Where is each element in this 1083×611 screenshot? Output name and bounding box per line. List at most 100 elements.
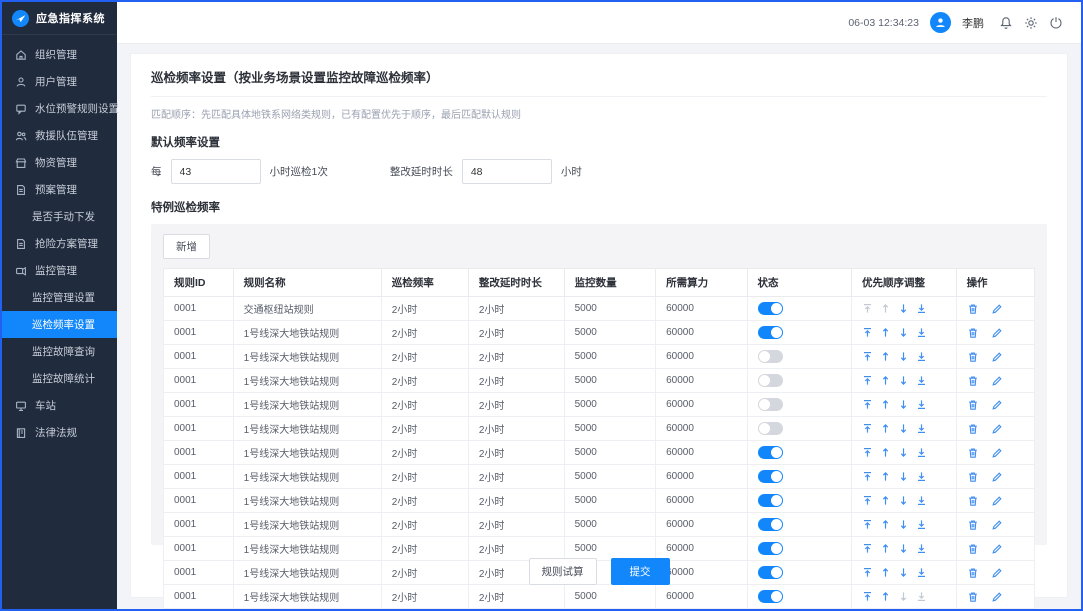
add-rule-button[interactable]: 新增 — [163, 234, 210, 259]
sidebar-item-rescue-team-management[interactable]: 救援队伍管理 — [2, 122, 117, 149]
move-top-icon[interactable] — [862, 519, 873, 530]
delete-icon[interactable] — [967, 399, 979, 411]
delete-icon[interactable] — [967, 327, 979, 339]
sidebar-item-manual-dispatch[interactable]: 是否手动下发 — [2, 203, 117, 230]
sidebar-item-monitoring-fault-statistics[interactable]: 监控故障统计 — [2, 365, 117, 392]
move-down-icon[interactable] — [898, 447, 909, 458]
sidebar-item-laws-regulations[interactable]: 法律法规 — [2, 419, 117, 446]
edit-icon[interactable] — [991, 327, 1003, 339]
move-bottom-icon[interactable] — [916, 495, 927, 506]
user-avatar[interactable] — [930, 12, 951, 33]
rule-trial-button[interactable]: 规则试算 — [529, 558, 597, 585]
move-down-icon[interactable] — [898, 399, 909, 410]
interval-hours-input[interactable] — [171, 159, 261, 184]
move-down-icon[interactable] — [898, 375, 909, 386]
move-down-icon[interactable] — [898, 423, 909, 434]
move-top-icon[interactable] — [862, 351, 873, 362]
sidebar-item-station[interactable]: 车站 — [2, 392, 117, 419]
status-toggle[interactable] — [758, 398, 783, 411]
move-top-icon[interactable] — [862, 495, 873, 506]
delete-icon[interactable] — [967, 423, 979, 435]
edit-icon[interactable] — [991, 519, 1003, 531]
move-top-icon[interactable] — [862, 375, 873, 386]
move-top-icon[interactable] — [862, 399, 873, 410]
move-up-icon[interactable] — [880, 591, 891, 602]
status-toggle[interactable] — [758, 326, 783, 339]
cell-id: 0001 — [164, 465, 234, 489]
status-toggle[interactable] — [758, 302, 783, 315]
sidebar-item-org-management[interactable]: 组织管理 — [2, 41, 117, 68]
edit-icon[interactable] — [991, 591, 1003, 603]
delete-icon[interactable] — [967, 375, 979, 387]
move-bottom-icon[interactable] — [916, 423, 927, 434]
notification-bell-icon[interactable] — [999, 16, 1013, 30]
move-top-icon[interactable] — [862, 471, 873, 482]
delete-icon[interactable] — [967, 447, 979, 459]
sidebar-item-plan-management[interactable]: 预案管理 — [2, 176, 117, 203]
submit-button[interactable]: 提交 — [611, 558, 670, 585]
sidebar-item-materials-management[interactable]: 物资管理 — [2, 149, 117, 176]
sidebar-item-monitoring-fault-query[interactable]: 监控故障查询 — [2, 338, 117, 365]
move-up-icon[interactable] — [880, 327, 891, 338]
move-up-icon[interactable] — [880, 399, 891, 410]
move-bottom-icon[interactable] — [916, 303, 927, 314]
move-bottom-icon[interactable] — [916, 447, 927, 458]
move-down-icon[interactable] — [898, 303, 909, 314]
edit-icon[interactable] — [991, 423, 1003, 435]
move-bottom-icon[interactable] — [916, 399, 927, 410]
move-bottom-icon[interactable] — [916, 519, 927, 530]
move-bottom-icon[interactable] — [916, 375, 927, 386]
delete-icon[interactable] — [967, 495, 979, 507]
edit-icon[interactable] — [991, 471, 1003, 483]
status-toggle[interactable] — [758, 470, 783, 483]
delete-icon[interactable] — [967, 471, 979, 483]
move-top-icon[interactable] — [862, 327, 873, 338]
status-toggle[interactable] — [758, 566, 783, 579]
move-up-icon[interactable] — [880, 351, 891, 362]
settings-gear-icon[interactable] — [1024, 16, 1038, 30]
move-bottom-icon[interactable] — [916, 351, 927, 362]
status-toggle[interactable] — [758, 422, 783, 435]
move-down-icon[interactable] — [898, 327, 909, 338]
status-toggle[interactable] — [758, 542, 783, 555]
status-toggle[interactable] — [758, 590, 783, 603]
logout-icon[interactable] — [1049, 16, 1063, 30]
delay-hours-input[interactable] — [462, 159, 552, 184]
sidebar-item-monitoring-management[interactable]: 监控管理 — [2, 257, 117, 284]
move-bottom-icon[interactable] — [916, 327, 927, 338]
move-top-icon[interactable] — [862, 591, 873, 602]
sidebar-item-water-level-warning-rules[interactable]: 水位预警规则设置 — [2, 95, 117, 122]
move-up-icon[interactable] — [880, 495, 891, 506]
edit-icon[interactable] — [991, 351, 1003, 363]
delete-icon[interactable] — [967, 351, 979, 363]
status-toggle[interactable] — [758, 350, 783, 363]
move-up-icon[interactable] — [880, 447, 891, 458]
move-up-icon[interactable] — [880, 471, 891, 482]
status-toggle[interactable] — [758, 518, 783, 531]
move-up-icon[interactable] — [880, 423, 891, 434]
sidebar-item-monitoring-settings[interactable]: 监控管理设置 — [2, 284, 117, 311]
delete-icon[interactable] — [967, 303, 979, 315]
edit-icon[interactable] — [991, 303, 1003, 315]
move-down-icon[interactable] — [898, 519, 909, 530]
move-bottom-icon[interactable] — [916, 471, 927, 482]
move-top-icon[interactable] — [862, 423, 873, 434]
delete-icon[interactable] — [967, 591, 979, 603]
edit-icon[interactable] — [991, 399, 1003, 411]
edit-icon[interactable] — [991, 447, 1003, 459]
status-toggle[interactable] — [758, 494, 783, 507]
edit-icon[interactable] — [991, 495, 1003, 507]
move-up-icon[interactable] — [880, 375, 891, 386]
move-down-icon[interactable] — [898, 495, 909, 506]
sidebar-item-inspection-frequency-settings[interactable]: 巡检频率设置 — [2, 311, 117, 338]
move-down-icon[interactable] — [898, 471, 909, 482]
move-top-icon[interactable] — [862, 447, 873, 458]
sidebar-item-user-management[interactable]: 用户管理 — [2, 68, 117, 95]
sidebar-item-emergency-plan-management[interactable]: 抢险方案管理 — [2, 230, 117, 257]
move-up-icon[interactable] — [880, 519, 891, 530]
status-toggle[interactable] — [758, 374, 783, 387]
move-down-icon[interactable] — [898, 351, 909, 362]
status-toggle[interactable] — [758, 446, 783, 459]
edit-icon[interactable] — [991, 375, 1003, 387]
delete-icon[interactable] — [967, 519, 979, 531]
